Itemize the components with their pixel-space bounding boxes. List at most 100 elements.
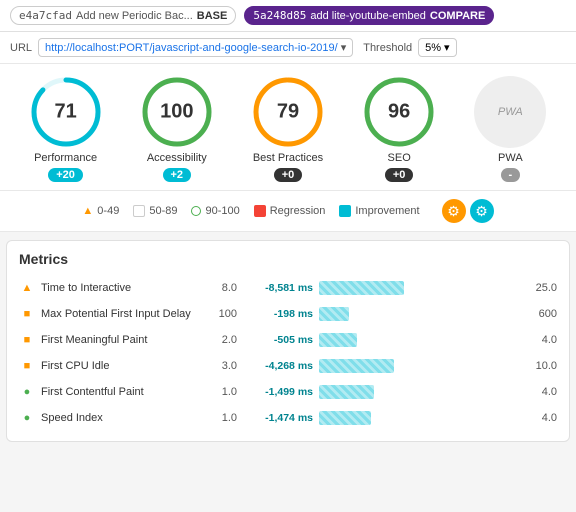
improvement-icon: [339, 205, 351, 217]
metric-square-icon: ■: [24, 360, 31, 372]
metric-name-fcp: First Contentful Paint: [41, 386, 201, 398]
base-commit-tag[interactable]: e4a7cfad Add new Periodic Bac... BASE: [10, 6, 236, 25]
metric-icon-mpfid: ■: [19, 308, 35, 320]
metric-bar-container-fci: [319, 358, 521, 374]
metric-bar-fcp: [319, 385, 374, 399]
metric-icon-fcp: ●: [19, 386, 35, 398]
score-accessibility: 100 Accessibility +2: [141, 76, 213, 182]
url-label: URL: [10, 42, 32, 54]
url-bar: URL http://localhost:PORT/javascript-and…: [0, 32, 576, 64]
compare-desc: add lite-youtube-embed: [310, 10, 426, 22]
metric-icon-tti: ▲: [19, 282, 35, 294]
legend-50-89: 50-89: [133, 205, 177, 217]
score-performance: 71 Performance +20: [30, 76, 102, 182]
metric-name-fmp: First Meaningful Paint: [41, 334, 201, 346]
score-value-seo: 96: [388, 101, 410, 124]
legend-improvement: Improvement: [339, 205, 419, 217]
base-hash: e4a7cfad: [19, 9, 72, 22]
regression-icon: [254, 205, 266, 217]
metrics-rows: ▲ Time to Interactive 8.0 -8,581 ms 25.0…: [7, 275, 569, 431]
metric-name-si: Speed Index: [41, 412, 201, 424]
legend-50-89-label: 50-89: [149, 205, 177, 217]
legend-0-49: ▲ 0-49: [82, 205, 119, 217]
base-label: BASE: [197, 10, 228, 22]
legend-regression-label: Regression: [270, 205, 326, 217]
score-label-best-practices: Best Practices: [253, 152, 323, 164]
url-text: http://localhost:PORT/javascript-and-goo…: [45, 42, 338, 54]
score-seo: 96 SEO +0: [363, 76, 435, 182]
metric-compare-fci: 10.0: [527, 360, 557, 372]
metric-row-tti: ▲ Time to Interactive 8.0 -8,581 ms 25.0: [7, 275, 569, 301]
score-best-practices: 79 Best Practices +0: [252, 76, 324, 182]
metric-row-fcp: ● First Contentful Paint 1.0 -1,499 ms 4…: [7, 379, 569, 405]
pwa-text: PWA: [498, 106, 523, 118]
metric-name-tti: Time to Interactive: [41, 282, 201, 294]
score-value-accessibility: 100: [160, 101, 193, 124]
compare-label: COMPARE: [430, 10, 485, 22]
metric-delta-mpfid: -198 ms: [243, 308, 313, 320]
metric-icon-fmp: ■: [19, 334, 35, 346]
score-circle-best-practices: 79: [252, 76, 324, 148]
metric-name-fci: First CPU Idle: [41, 360, 201, 372]
metric-compare-fmp: 4.0: [527, 334, 557, 346]
score-label-performance: Performance: [34, 152, 97, 164]
metric-row-mpfid: ■ Max Potential First Input Delay 100 -1…: [7, 301, 569, 327]
filter-button-teal[interactable]: ⚙: [470, 199, 494, 223]
metric-compare-mpfid: 600: [527, 308, 557, 320]
metric-bar-container-fcp: [319, 384, 521, 400]
metric-delta-fci: -4,268 ms: [243, 360, 313, 372]
metric-base-fcp: 1.0: [207, 386, 237, 398]
score-badge-seo: +0: [385, 168, 414, 182]
url-select[interactable]: http://localhost:PORT/javascript-and-goo…: [38, 38, 353, 57]
threshold-text: 5%: [425, 42, 441, 54]
metric-base-mpfid: 100: [207, 308, 237, 320]
metric-row-si: ● Speed Index 1.0 -1,474 ms 4.0: [7, 405, 569, 431]
triangle-icon: ▲: [82, 205, 93, 217]
score-pwa: PWA PWA -: [474, 76, 546, 182]
metric-circle-icon: ●: [24, 412, 31, 424]
url-dropdown-icon: ▾: [341, 41, 347, 54]
score-badge-accessibility: +2: [163, 168, 192, 182]
metric-circle-icon: ●: [24, 386, 31, 398]
compare-commit-tag[interactable]: 5a248d85 add lite-youtube-embed COMPARE: [244, 6, 494, 25]
score-badge-pwa: -: [501, 168, 521, 182]
metric-bar-si: [319, 411, 371, 425]
metric-row-fci: ■ First CPU Idle 3.0 -4,268 ms 10.0: [7, 353, 569, 379]
metrics-section: Metrics ▲ Time to Interactive 8.0 -8,581…: [6, 240, 570, 442]
score-circle-accessibility: 100: [141, 76, 213, 148]
metric-compare-tti: 25.0: [527, 282, 557, 294]
metric-base-fmp: 2.0: [207, 334, 237, 346]
metrics-title: Metrics: [7, 251, 569, 275]
metric-bar-container-mpfid: [319, 306, 521, 322]
square-icon: [133, 205, 145, 217]
base-desc: Add new Periodic Bac...: [76, 10, 193, 22]
score-circle-seo: 96: [363, 76, 435, 148]
metric-delta-si: -1,474 ms: [243, 412, 313, 424]
threshold-label: Threshold: [363, 42, 412, 54]
legend-bar: ▲ 0-49 50-89 90-100 Regression Improveme…: [0, 191, 576, 232]
metric-compare-fcp: 4.0: [527, 386, 557, 398]
top-bar: e4a7cfad Add new Periodic Bac... BASE 5a…: [0, 0, 576, 32]
metric-delta-tti: -8,581 ms: [243, 282, 313, 294]
metric-bar-fci: [319, 359, 394, 373]
pwa-circle: PWA: [474, 76, 546, 148]
scores-section: 71 Performance +20 100 Accessibility +2 …: [0, 64, 576, 191]
legend-0-49-label: 0-49: [97, 205, 119, 217]
metric-square-icon: ■: [24, 308, 31, 320]
score-label-seo: SEO: [388, 152, 411, 164]
metric-base-tti: 8.0: [207, 282, 237, 294]
metric-delta-fcp: -1,499 ms: [243, 386, 313, 398]
metric-base-fci: 3.0: [207, 360, 237, 372]
metric-name-mpfid: Max Potential First Input Delay: [41, 308, 201, 320]
metric-icon-fci: ■: [19, 360, 35, 372]
filter-button-orange[interactable]: ⚙: [442, 199, 466, 223]
threshold-select[interactable]: 5% ▾: [418, 38, 456, 57]
metric-bar-container-fmp: [319, 332, 521, 348]
score-badge-best-practices: +0: [274, 168, 303, 182]
legend-regression: Regression: [254, 205, 326, 217]
score-value-performance: 71: [54, 101, 76, 124]
metric-bar-mpfid: [319, 307, 349, 321]
legend-actions: ⚙ ⚙: [442, 199, 494, 223]
metric-bar-tti: [319, 281, 404, 295]
legend-90-100-label: 90-100: [205, 205, 239, 217]
